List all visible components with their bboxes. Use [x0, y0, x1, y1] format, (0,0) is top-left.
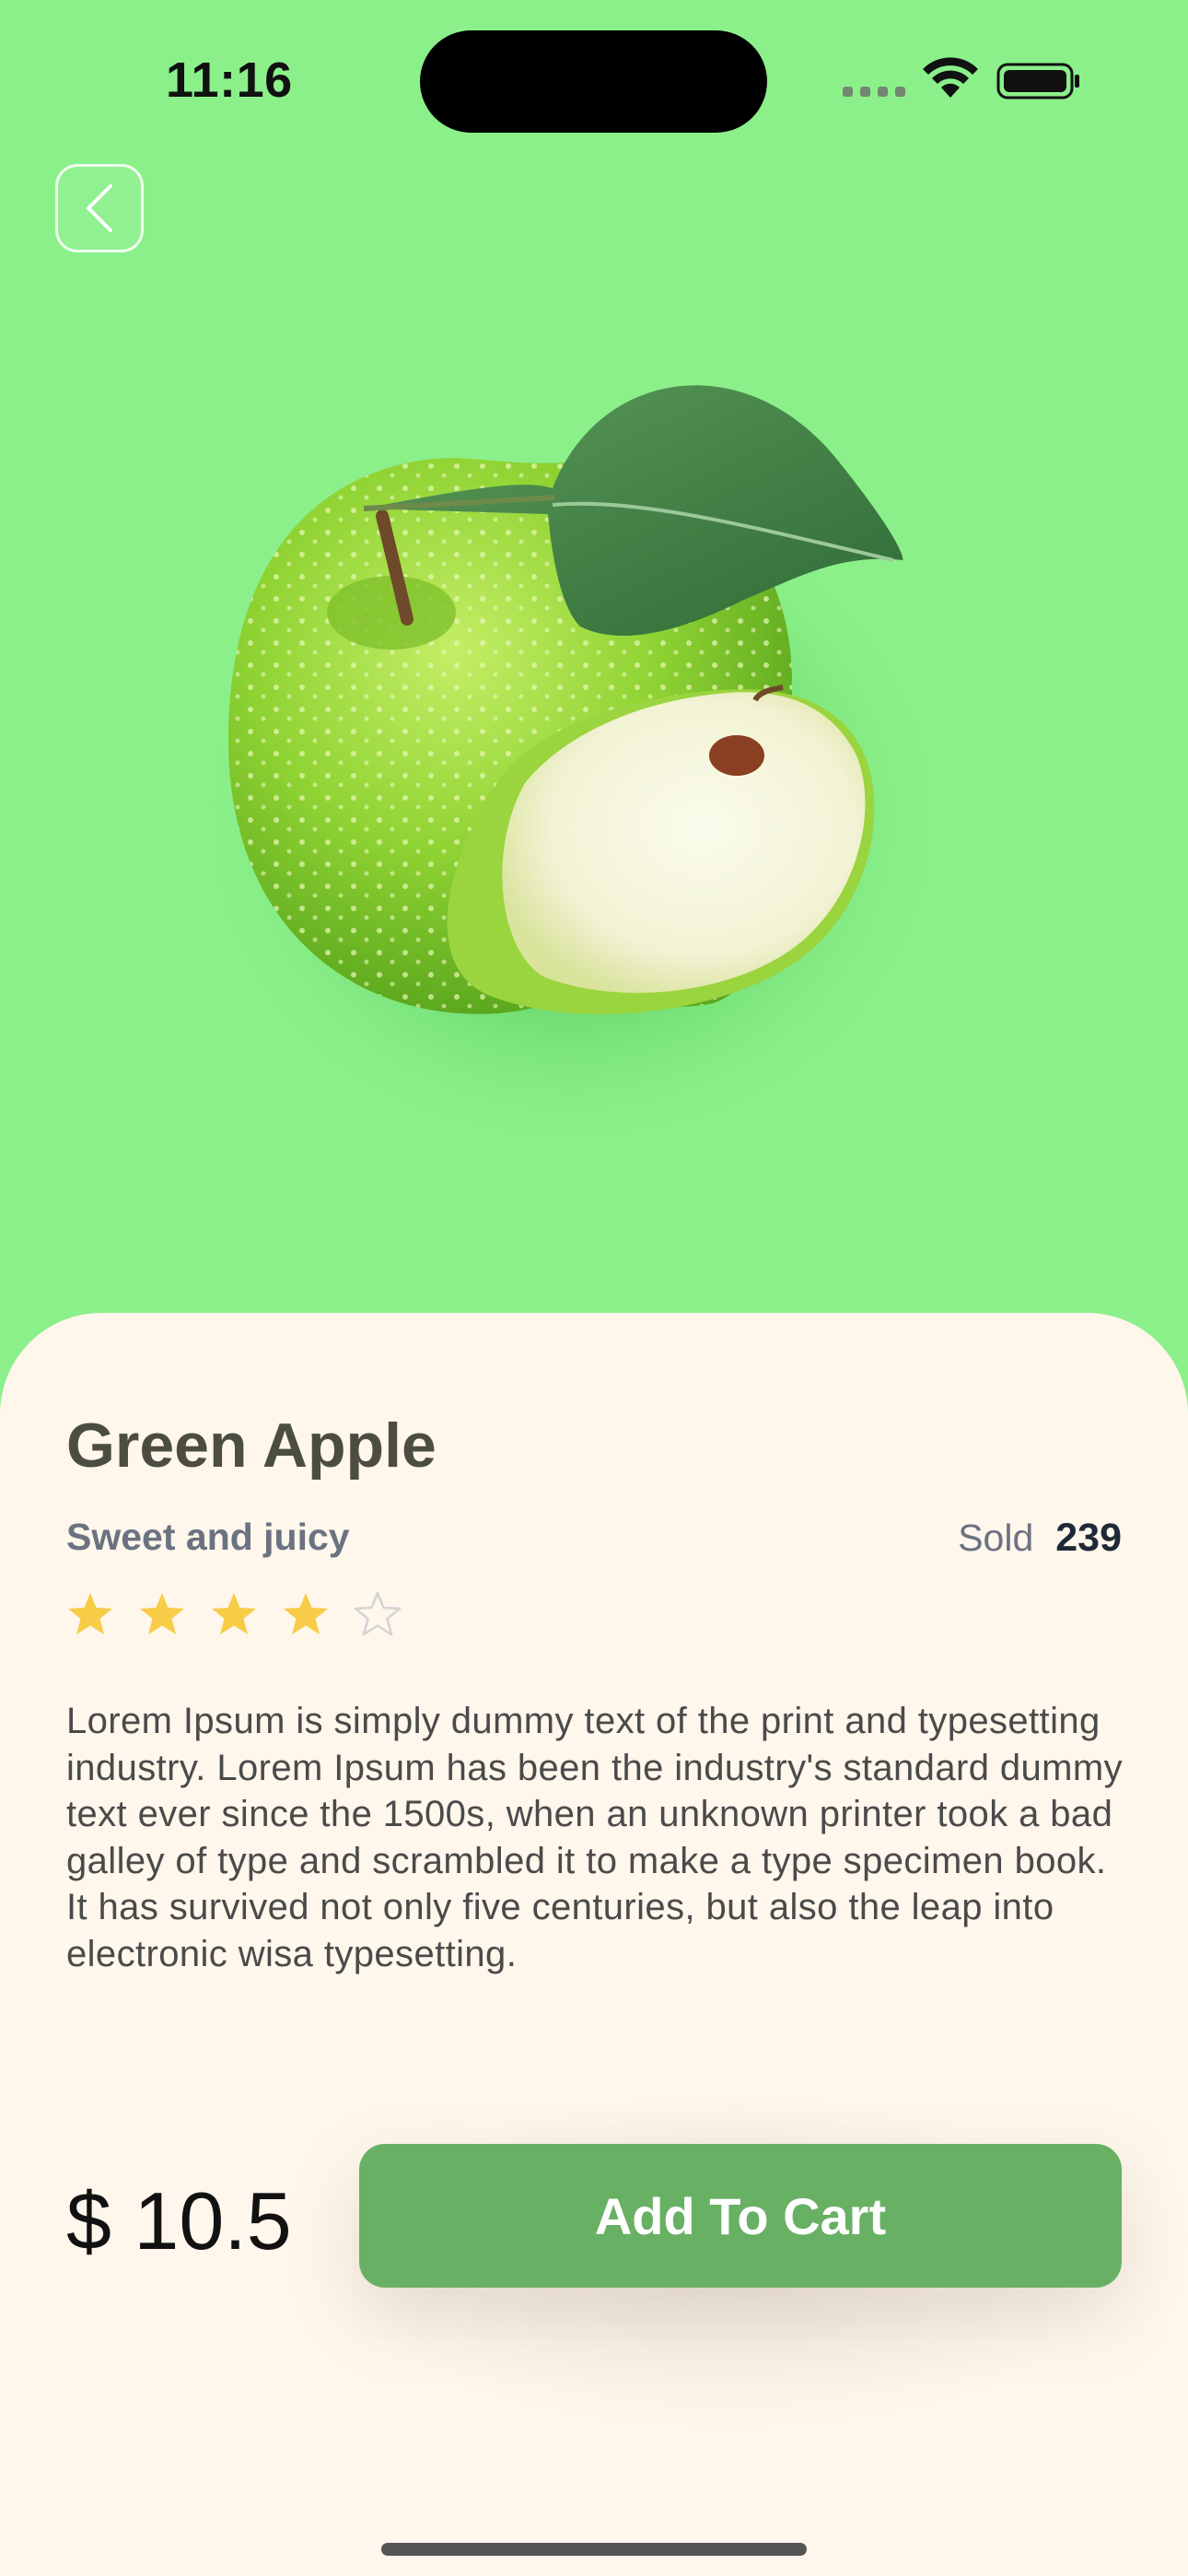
status-bar: 11:16 — [0, 0, 1188, 157]
star-empty-icon — [354, 1591, 402, 1636]
product-subtitle: Sweet and juicy — [66, 1516, 350, 1558]
green-apple-image — [193, 385, 958, 1133]
add-to-cart-button[interactable]: Add To Cart — [359, 2144, 1122, 2288]
dynamic-island — [420, 30, 767, 133]
status-time: 11:16 — [166, 53, 293, 108]
chevron-left-icon — [87, 184, 112, 232]
battery-icon — [996, 63, 1079, 100]
rating-stars — [66, 1591, 402, 1637]
product-description: Lorem Ipsum is simply dummy text of the … — [66, 1701, 1123, 1974]
sold-info: Sold 239 — [958, 1516, 1122, 1561]
wifi-icon — [923, 57, 978, 98]
hero-section: 11:16 — [0, 0, 1188, 1327]
star-filled-icon — [212, 1593, 256, 1634]
star-filled-icon — [284, 1593, 328, 1634]
product-price: $ 10.5 — [66, 2175, 292, 2266]
product-title: Green Apple — [66, 1411, 437, 1481]
back-button[interactable] — [55, 164, 144, 252]
home-indicator[interactable] — [381, 2543, 807, 2556]
star-filled-icon — [68, 1593, 112, 1634]
cellular-signal-icon — [843, 85, 907, 98]
product-details-sheet: Green Apple Sweet and juicy Sold 239 Lor… — [0, 1313, 1188, 2576]
sold-count: 239 — [1055, 1516, 1122, 1560]
sold-label: Sold — [958, 1516, 1034, 1559]
star-filled-icon — [140, 1593, 184, 1634]
